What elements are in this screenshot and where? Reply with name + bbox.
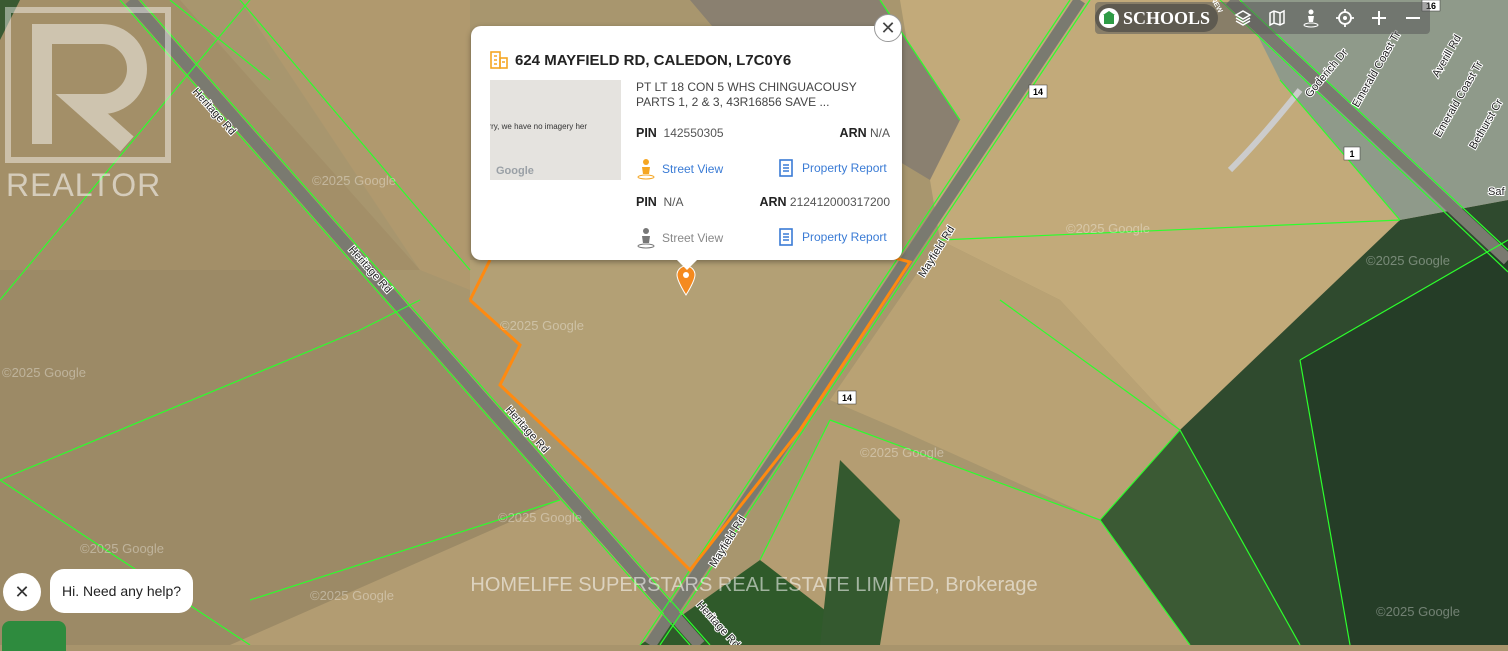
chat-message: Hi. Need any help? [62, 583, 182, 599]
google-watermark: ©2025 Google [1366, 253, 1450, 268]
realtor-logo-icon [5, 7, 171, 163]
street-view-thumbnail[interactable]: orry, we have no imagery her Google [490, 80, 621, 180]
google-watermark: ©2025 Google [1066, 221, 1150, 236]
pin-arn-row: PIN 142550305 ARN N/A [636, 126, 890, 140]
pegman-icon [1303, 9, 1319, 28]
route-shield-1: 1 [1343, 146, 1361, 161]
schools-label: SCHOOLS [1122, 7, 1210, 28]
street-view-button[interactable] [1294, 3, 1328, 33]
crosshair-icon [1336, 9, 1354, 27]
building-icon [490, 51, 508, 69]
google-watermark: ©2025 Google [500, 318, 584, 333]
street-view-link[interactable]: Street View [636, 227, 723, 249]
pin-arn-row: PIN N/A ARN 212412000317200 [636, 195, 890, 209]
address-row: 624 MAYFIELD RD, CALEDON, L7C0Y6 [489, 50, 791, 70]
arn-label: ARN [839, 126, 867, 140]
property-address: 624 MAYFIELD RD, CALEDON, L7C0Y6 [515, 51, 792, 69]
pegman-icon [637, 159, 655, 180]
pin-label: PIN [636, 195, 657, 209]
chat-launcher-button[interactable] [2, 621, 66, 651]
chat-greeting-bubble[interactable]: Hi. Need any help? [50, 569, 194, 613]
chat-close-button[interactable]: ✕ [3, 573, 41, 611]
road-label-safe: Saf [1488, 186, 1505, 198]
no-imagery-text: orry, we have no imagery her [490, 122, 588, 131]
pin-value: 142550305 [663, 126, 724, 140]
pegman-icon [637, 228, 655, 249]
google-watermark: ©2025 Google [2, 365, 86, 380]
svg-text:14: 14 [1033, 87, 1043, 97]
street-view-link[interactable]: Street View [636, 158, 723, 180]
school-icon [1098, 8, 1119, 28]
arn-label: ARN [759, 195, 787, 209]
svg-text:1: 1 [1349, 149, 1354, 159]
zoom-out-button[interactable] [1396, 3, 1430, 33]
pin-label: PIN [636, 126, 657, 140]
street-view-label: Street View [662, 162, 724, 176]
property-report-label: Property Report [802, 230, 887, 244]
layers-button[interactable] [1226, 3, 1260, 33]
close-icon: ✕ [880, 17, 896, 38]
locate-button[interactable] [1328, 3, 1362, 33]
new-badge: NEW [1208, 0, 1223, 15]
minus-icon [1406, 17, 1420, 19]
arn-value: 212412000317200 [789, 195, 890, 209]
brokerage-watermark: HOMELIFE SUPERSTARS REAL ESTATE LIMITED,… [470, 574, 1038, 596]
google-watermark: ©2025 Google [1376, 604, 1460, 619]
close-popup-button[interactable]: ✕ [874, 14, 902, 42]
route-shield-14: 14 [1028, 84, 1048, 99]
property-report-link[interactable]: Property Report [778, 227, 887, 247]
close-icon: ✕ [14, 581, 30, 602]
property-report-link[interactable]: Property Report [778, 158, 887, 178]
realtor-logo: REALTOR [2, 4, 174, 208]
document-icon [779, 228, 793, 246]
zoom-in-button[interactable] [1362, 3, 1396, 33]
realtor-logo-text: REALTOR [6, 167, 162, 203]
map-toolbar: SCHOOLS NEW [1094, 0, 1430, 34]
layers-icon [1234, 10, 1252, 26]
map-icon [1269, 9, 1285, 27]
schools-button[interactable]: SCHOOLS NEW [1094, 0, 1223, 32]
google-watermark: ©2025 Google [312, 173, 396, 188]
google-watermark: ©2025 Google [860, 445, 944, 460]
legal-description: PT LT 18 CON 5 WHS CHINGUACOUSY PARTS 1,… [636, 80, 857, 109]
plus-icon [1372, 11, 1386, 25]
street-view-label: Street View [662, 231, 724, 245]
property-popup: ✕ 624 MAYFIELD RD, CALEDON, L7C0Y6 orry,… [471, 14, 902, 270]
property-report-label: Property Report [802, 161, 887, 175]
pin-value: N/A [663, 195, 684, 209]
route-shield-14: 14 [837, 390, 857, 405]
arn-value: N/A [869, 126, 890, 140]
svg-text:14: 14 [842, 393, 852, 403]
google-watermark: ©2025 Google [498, 510, 582, 525]
google-watermark: ©2025 Google [80, 541, 164, 556]
map-type-button[interactable] [1260, 3, 1294, 33]
google-logo: Google [496, 165, 534, 177]
document-icon [779, 159, 793, 177]
